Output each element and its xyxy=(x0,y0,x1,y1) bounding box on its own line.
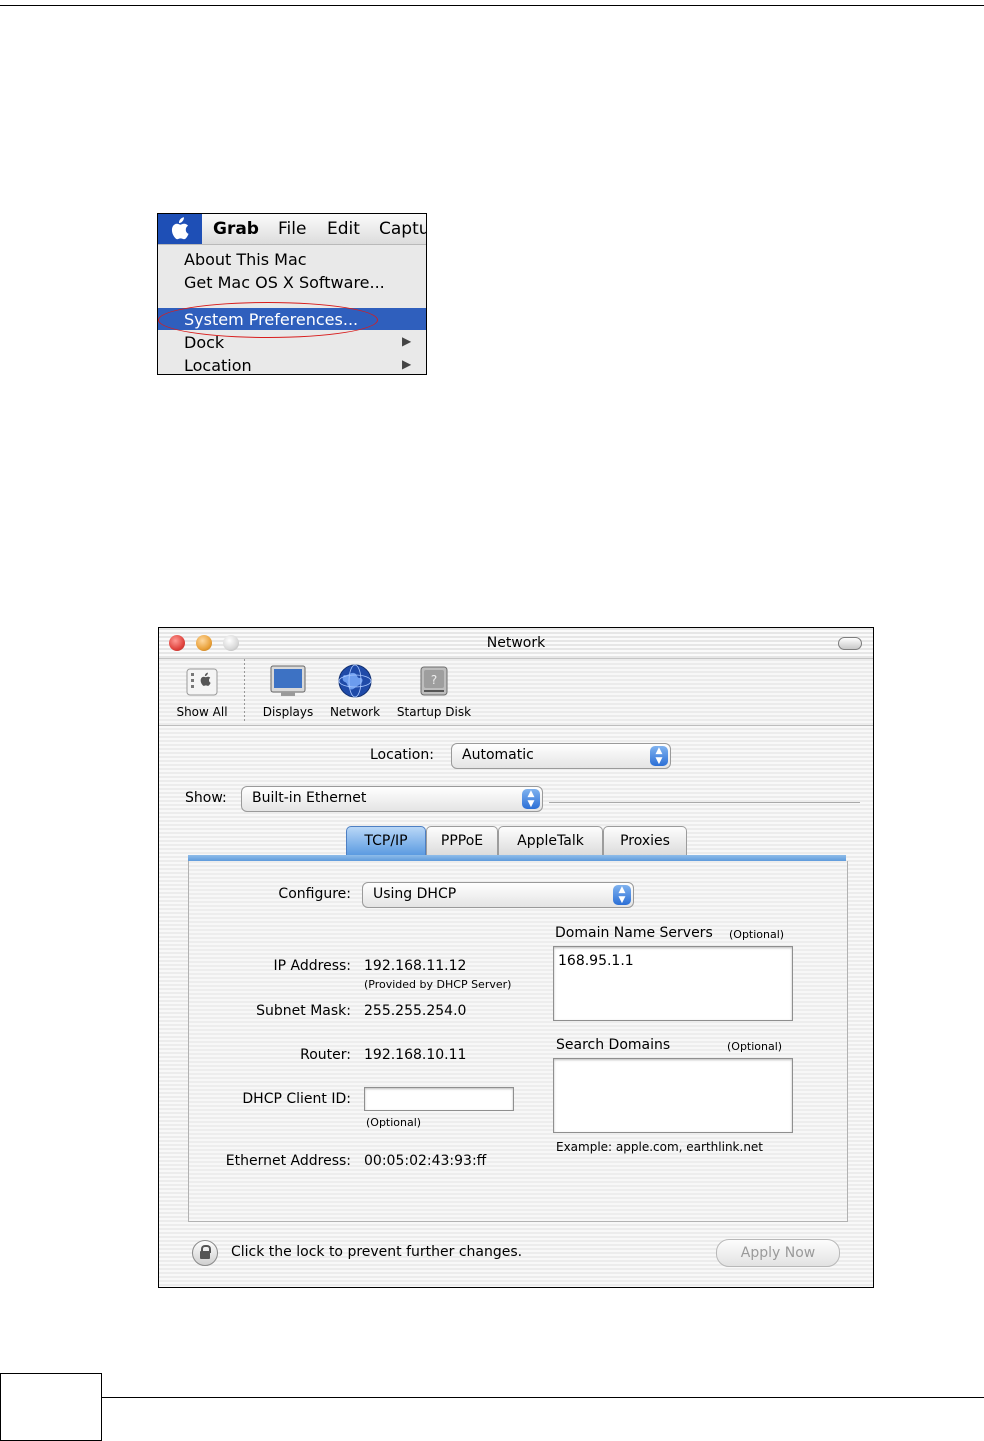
popup-stepper-icon: ▲ ▼ xyxy=(650,746,668,766)
popup-stepper-icon: ▲ ▼ xyxy=(522,789,540,809)
menubar-file[interactable]: File xyxy=(278,219,306,239)
location-popup[interactable]: Automatic ▲ ▼ xyxy=(451,743,671,769)
toolbar-divider xyxy=(244,659,245,723)
dns-value: 168.95.1.1 xyxy=(558,953,634,969)
toolbar-startup-disk[interactable]: ? Startup Disk xyxy=(392,663,476,719)
search-domains-textarea[interactable] xyxy=(553,1058,793,1133)
menubar-capture[interactable]: Captu xyxy=(379,219,426,239)
popup-stepper-icon: ▲ ▼ xyxy=(613,885,631,905)
configure-value: Using DHCP xyxy=(373,886,457,902)
apple-menu-screenshot: Grab File Edit Captu About This Mac Get … xyxy=(157,213,427,375)
dhcp-client-id-label: DHCP Client ID: xyxy=(242,1091,351,1107)
search-domains-optional-note: (Optional) xyxy=(727,1040,783,1053)
lock-text: Click the lock to prevent further change… xyxy=(231,1244,523,1260)
lock-body xyxy=(200,1251,210,1259)
page-footer-rule xyxy=(0,1397,984,1398)
location-value: Automatic xyxy=(462,747,534,763)
ethernet-address-value: 00:05:02:43:93:ff xyxy=(364,1153,487,1169)
show-value: Built-in Ethernet xyxy=(252,790,367,806)
ip-address-note: (Provided by DHCP Server) xyxy=(364,978,512,991)
preferences-toolbar: Show All Displays Network ? Startup Disk xyxy=(159,659,873,726)
page-top-rule xyxy=(0,5,984,6)
triangle-right-icon: ▶ xyxy=(402,334,412,348)
subnet-mask-value: 255.255.254.0 xyxy=(364,1003,467,1019)
toolbar-label: Network xyxy=(329,705,381,719)
toolbar-network[interactable]: Network xyxy=(324,663,386,719)
ip-address-label: IP Address: xyxy=(273,958,352,974)
toolbar-show-all[interactable]: Show All xyxy=(169,663,235,719)
displays-icon xyxy=(269,663,307,699)
menu-item-get-software[interactable]: Get Mac OS X Software... xyxy=(158,271,426,293)
tab-appletalk[interactable]: AppleTalk xyxy=(498,826,603,855)
lock-button[interactable] xyxy=(192,1240,218,1266)
apply-now-button[interactable]: Apply Now xyxy=(716,1239,840,1267)
router-value: 192.168.10.11 xyxy=(364,1047,467,1063)
show-all-icon xyxy=(183,663,221,699)
menu-bar: Grab File Edit Captu xyxy=(158,214,426,245)
svg-text:?: ? xyxy=(431,673,437,687)
toolbar-toggle-button[interactable] xyxy=(838,637,862,650)
toolbar-label: Show All xyxy=(176,705,228,719)
window-title: Network xyxy=(486,635,546,651)
apple-logo-icon xyxy=(171,217,189,240)
window-titlebar[interactable]: Network xyxy=(159,628,873,659)
menu-item-location[interactable]: Location ▶ xyxy=(158,354,426,375)
router-label: Router: xyxy=(300,1047,351,1063)
menu-item-label: Get Mac OS X Software... xyxy=(184,273,385,292)
dns-label: Domain Name Servers xyxy=(555,925,713,941)
location-label: Location: xyxy=(370,747,434,763)
toolbar-displays[interactable]: Displays xyxy=(257,663,319,719)
show-popup[interactable]: Built-in Ethernet ▲ ▼ xyxy=(241,786,543,812)
tab-proxies[interactable]: Proxies xyxy=(603,826,687,855)
ethernet-address-label: Ethernet Address: xyxy=(225,1153,351,1169)
toolbar-label: Startup Disk xyxy=(396,705,472,719)
menubar-edit[interactable]: Edit xyxy=(327,219,360,239)
apple-menu-button[interactable] xyxy=(158,214,202,244)
tab-pppoe[interactable]: PPPoE xyxy=(426,826,498,855)
menubar-grab[interactable]: Grab xyxy=(213,219,259,239)
menu-item-label: Location xyxy=(184,356,252,375)
menu-item-label: About This Mac xyxy=(184,250,307,269)
red-highlight-circle xyxy=(158,302,378,338)
search-domains-example: Example: apple.com, earthlink.net xyxy=(556,1140,764,1154)
dns-optional-note: (Optional) xyxy=(729,928,785,941)
toolbar-label: Displays xyxy=(262,705,314,719)
page-number-box xyxy=(0,1373,102,1441)
dns-textarea[interactable]: 168.95.1.1 xyxy=(553,946,793,1021)
globe-icon xyxy=(336,663,374,699)
configure-label: Configure: xyxy=(278,886,351,902)
network-window: Network Show All Displays Network ? Star… xyxy=(158,627,874,1288)
triangle-right-icon: ▶ xyxy=(402,357,412,371)
show-separator xyxy=(549,802,860,803)
hard-disk-icon: ? xyxy=(415,663,453,699)
show-label: Show: xyxy=(185,790,227,806)
search-domains-label: Search Domains xyxy=(556,1037,671,1053)
subnet-mask-label: Subnet Mask: xyxy=(256,1003,351,1019)
ip-address-value: 192.168.11.12 xyxy=(364,958,467,974)
dhcp-client-id-note: (Optional) xyxy=(366,1116,422,1129)
menu-item-about[interactable]: About This Mac xyxy=(158,248,426,270)
tab-tcp-ip[interactable]: TCP/IP xyxy=(346,826,426,855)
configure-popup[interactable]: Using DHCP ▲ ▼ xyxy=(362,882,634,908)
dhcp-client-id-field[interactable] xyxy=(364,1087,514,1111)
